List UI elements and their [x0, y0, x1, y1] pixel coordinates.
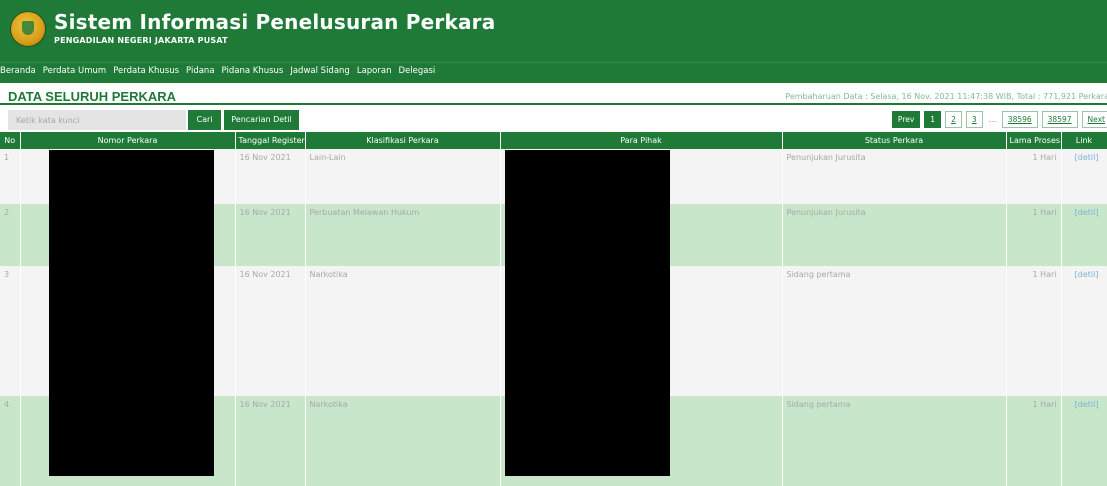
cell-klasifikasi: Narkotika	[305, 396, 501, 486]
col-header-nomor-perkara[interactable]: Nomor Perkara	[20, 132, 236, 149]
nav-item-delegasi[interactable]: Delegasi	[398, 66, 435, 76]
pagination: Prev 1 2 3 ... 38596 38597 Next	[891, 111, 1107, 128]
section-divider	[0, 103, 1107, 105]
cell-status: Sidang pertama	[782, 266, 1007, 396]
cell-lama-proses: 1 Hari	[1006, 204, 1062, 266]
nav-item-perdata-khusus[interactable]: Perdata Khusus	[113, 66, 179, 76]
detail-link[interactable]: [detil]	[1075, 270, 1099, 279]
page-2-button[interactable]: 2	[945, 111, 962, 128]
cell-link: [detil]	[1061, 204, 1107, 266]
cell-lama-proses: 1 Hari	[1006, 266, 1062, 396]
col-header-tanggal-register[interactable]: Tanggal Register	[235, 132, 306, 149]
cell-no: 3	[0, 266, 21, 396]
cell-klasifikasi: Lain-Lain	[305, 149, 501, 204]
cell-lama-proses: 1 Hari	[1006, 149, 1062, 204]
cell-tanggal-register: 16 Nov 2021	[235, 204, 306, 266]
cell-link: [detil]	[1061, 266, 1107, 396]
cell-link: [detil]	[1061, 396, 1107, 486]
col-header-para-pihak[interactable]: Para Pihak	[500, 132, 783, 149]
search-button[interactable]: Cari	[188, 110, 221, 130]
col-header-status-perkara[interactable]: Status Perkara	[782, 132, 1007, 149]
cell-no: 1	[0, 149, 21, 204]
cell-lama-proses: 1 Hari	[1006, 396, 1062, 486]
nav-item-beranda[interactable]: Beranda	[0, 66, 36, 76]
col-header-klasifikasi-perkara[interactable]: Klasifikasi Perkara	[305, 132, 501, 149]
court-emblem-icon[interactable]	[10, 11, 46, 47]
nav-item-perdata-umum[interactable]: Perdata Umum	[43, 66, 106, 76]
cell-no: 4	[0, 396, 21, 486]
col-header-link: Link	[1061, 132, 1107, 149]
page-1-button[interactable]: 1	[924, 111, 942, 128]
cell-klasifikasi: Narkotika	[305, 266, 501, 396]
cell-tanggal-register: 16 Nov 2021	[235, 149, 306, 204]
page-title: DATA SELURUH PERKARA	[8, 89, 177, 104]
pagination-ellipsis: ...	[988, 115, 996, 124]
cell-status: Penunjukan Jurusita	[782, 149, 1007, 204]
site-title[interactable]: Sistem Informasi Penelusuran Perkara	[54, 10, 495, 34]
cell-status: Sidang pertama	[782, 396, 1007, 486]
detail-link[interactable]: [detil]	[1075, 153, 1099, 162]
table-header-row: No Nomor Perkara Tanggal Register Klasif…	[0, 132, 1107, 149]
cell-tanggal-register: 16 Nov 2021	[235, 396, 306, 486]
col-header-lama-proses[interactable]: Lama Proses	[1006, 132, 1062, 149]
nav-item-pidana-khusus[interactable]: Pidana Khusus	[222, 66, 284, 76]
site-header: Sistem Informasi Penelusuran Perkara PEN…	[0, 0, 1107, 62]
cell-no: 2	[0, 204, 21, 266]
nav-item-pidana[interactable]: Pidana	[186, 66, 215, 76]
detail-link[interactable]: [detil]	[1075, 208, 1099, 217]
page-38597-button[interactable]: 38597	[1041, 111, 1078, 128]
page-3-button[interactable]: 3	[965, 111, 983, 128]
redaction-block-nomor-perkara	[49, 150, 214, 476]
site-subtitle: PENGADILAN NEGERI JAKARTA PUSAT	[54, 36, 228, 45]
update-info: Pembaharuan Data : Selasa, 16 Nov. 2021 …	[785, 92, 1107, 101]
nav-item-jadwal-sidang[interactable]: Jadwal Sidang	[290, 66, 349, 76]
cell-status: Penunjukan Jurusita	[782, 204, 1007, 266]
page-38596-button[interactable]: 38596	[1001, 111, 1038, 128]
col-header-no[interactable]: No	[0, 132, 21, 149]
cell-klasifikasi: Perbuatan Melawan Hukum	[305, 204, 501, 266]
advanced-search-button[interactable]: Pencarian Detil	[224, 110, 299, 130]
prev-page-button[interactable]: Prev	[891, 111, 921, 128]
search-input[interactable]	[8, 110, 186, 130]
cell-link: [detil]	[1061, 149, 1107, 204]
cell-tanggal-register: 16 Nov 2021	[235, 266, 306, 396]
nav-item-laporan[interactable]: Laporan	[357, 66, 392, 76]
redaction-block-para-pihak	[505, 150, 670, 476]
detail-link[interactable]: [detil]	[1075, 400, 1099, 409]
next-page-button[interactable]: Next	[1081, 111, 1107, 128]
main-nav: Beranda Perdata Umum Perdata Khusus Pida…	[0, 62, 1107, 83]
